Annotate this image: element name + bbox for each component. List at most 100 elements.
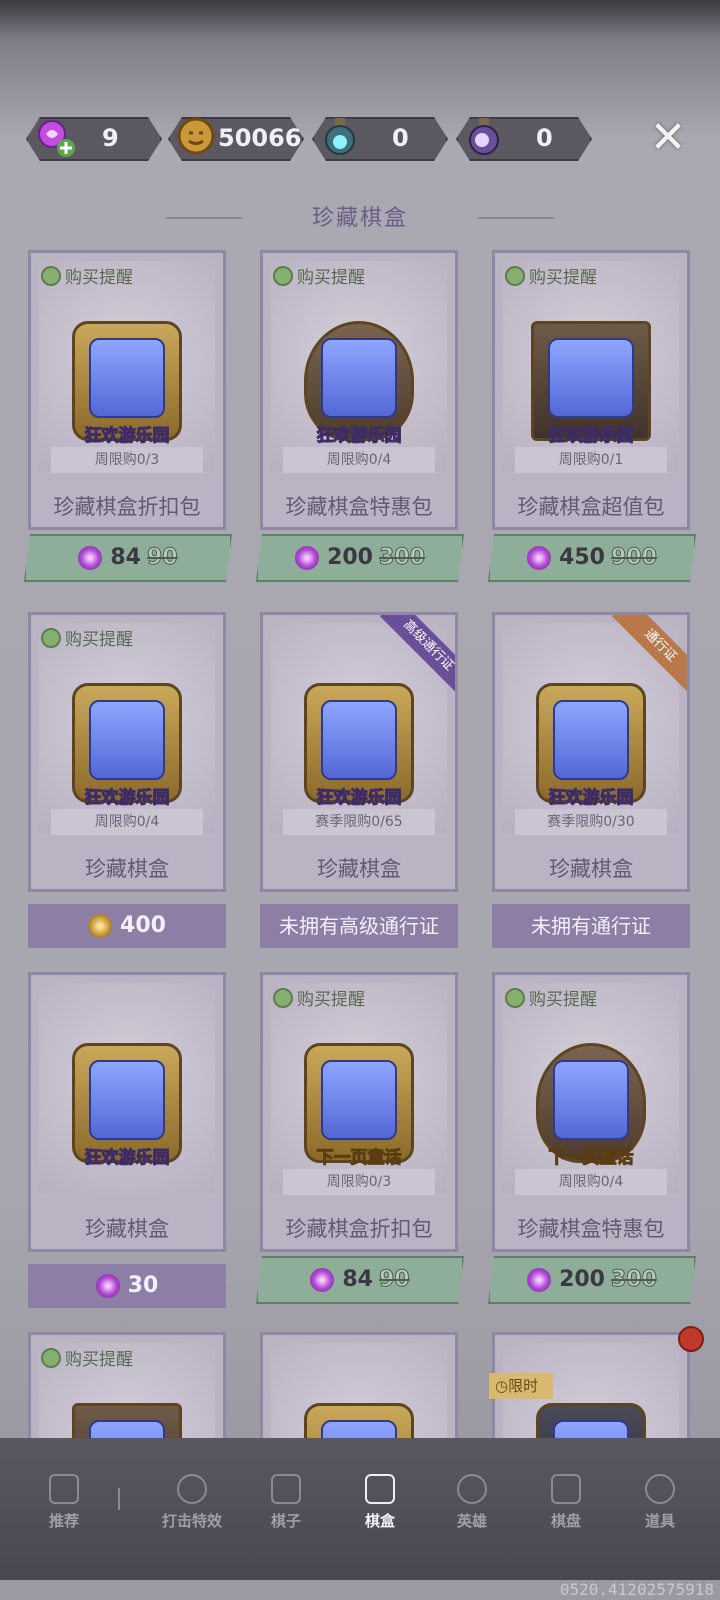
- locked-status-bar: 未拥有高级通行证: [260, 904, 458, 948]
- tab-hero[interactable]: 英雄: [432, 1474, 512, 1531]
- shop-card[interactable]: 狂欢游乐园 高级通行证 赛季限购0/65 珍藏棋盒: [260, 612, 458, 892]
- purchase-reminder[interactable]: 购买提醒: [273, 985, 365, 1010]
- purchase-reminder[interactable]: 购买提醒: [273, 263, 365, 288]
- nav-separator: [118, 1488, 120, 1510]
- item-name: 珍藏棋盒: [85, 1217, 169, 1241]
- tab-chess-box[interactable]: 棋盒: [340, 1474, 420, 1531]
- emblem-label: 狂欢游乐园: [84, 426, 170, 447]
- price: 84: [110, 545, 141, 570]
- card-art: 狂欢游乐园: [39, 623, 215, 833]
- checkbox-icon[interactable]: [505, 265, 525, 286]
- price-button[interactable]: 200 300: [256, 534, 464, 582]
- reminder-label: 购买提醒: [297, 990, 365, 1010]
- checkbox-icon[interactable]: [273, 265, 293, 286]
- price-button[interactable]: 200 300: [488, 1256, 696, 1304]
- purchase-limit: 周限购0/4: [515, 1169, 667, 1195]
- shop-card[interactable]: 下一页童话 购买提醒 周限购0/3 珍藏棋盒折扣包: [260, 972, 458, 1252]
- pumpkin-count: 50066: [218, 124, 302, 152]
- purchase-limit: 赛季限购0/65: [283, 809, 435, 835]
- hero-icon: [457, 1474, 487, 1504]
- shop-card[interactable]: 下一页童话 购买提醒 周限购0/4 珍藏棋盒特惠包: [492, 972, 690, 1252]
- original-price: 300: [379, 545, 425, 570]
- teal-count: 0: [392, 124, 409, 152]
- shop-card[interactable]: ◷限时: [489, 1332, 690, 1438]
- tab-recommend[interactable]: 推荐: [24, 1474, 104, 1531]
- price: 400: [120, 913, 166, 938]
- original-price: 900: [611, 545, 657, 570]
- tab-chess-piece[interactable]: 棋子: [246, 1474, 326, 1531]
- emblem-label: 狂欢游乐园: [84, 1148, 170, 1169]
- teal-potion-icon: [316, 112, 364, 160]
- purchase-reminder[interactable]: 购买提醒: [505, 985, 597, 1010]
- reminder-label: 购买提醒: [529, 268, 597, 288]
- price-button[interactable]: 450 900: [488, 534, 696, 582]
- chess-box-icon: [365, 1474, 395, 1504]
- item-name: 珍藏棋盒: [549, 857, 633, 881]
- card-art: 狂欢游乐园: [503, 261, 679, 471]
- purchase-limit: 周限购0/1: [515, 447, 667, 473]
- price: 200: [559, 1267, 605, 1292]
- shop-card[interactable]: 狂欢游乐园 购买提醒 周限购0/4 珍藏棋盒: [28, 612, 226, 892]
- purchase-limit: 周限购0/4: [283, 447, 435, 473]
- reminder-label: 购买提醒: [529, 990, 597, 1010]
- reaper-portrait-icon: [536, 1403, 646, 1438]
- price: 84: [342, 1267, 373, 1292]
- tab-hit-effect[interactable]: 打击特效: [152, 1474, 232, 1531]
- shop-card[interactable]: 狂欢游乐园 购买提醒 周限购0/4 珍藏棋盒特惠包: [260, 250, 458, 530]
- emblem-label: 狂欢游乐园: [548, 788, 634, 809]
- purchase-reminder[interactable]: 购买提醒: [41, 1345, 133, 1370]
- purple-potion-icon: [460, 112, 508, 160]
- checkbox-icon[interactable]: [41, 627, 61, 648]
- shop-card[interactable]: 狂欢游乐园 珍藏棋盒: [28, 972, 226, 1252]
- bottom-nav: 推荐 打击特效 棋子 棋盒 英雄 棋盘 道具: [0, 1438, 720, 1580]
- candy-icon: [78, 546, 102, 570]
- chess-piece-icon: [271, 1474, 301, 1504]
- reminder-label: 购买提醒: [65, 1350, 133, 1370]
- tab-chessboard[interactable]: 棋盘: [526, 1474, 606, 1531]
- price-button[interactable]: 84 90: [256, 1256, 464, 1304]
- card-art: [271, 1343, 447, 1438]
- purchase-reminder[interactable]: 购买提醒: [505, 263, 597, 288]
- notification-dot: [678, 1326, 704, 1352]
- checkbox-icon[interactable]: [273, 987, 293, 1008]
- candy-plus-icon[interactable]: [30, 112, 78, 160]
- tab-label: 推荐: [48, 1512, 79, 1530]
- shop-card[interactable]: 购买提醒: [28, 1332, 226, 1438]
- checkbox-icon[interactable]: [41, 1347, 61, 1368]
- tab-label: 棋子: [270, 1512, 301, 1530]
- shop-card[interactable]: [260, 1332, 458, 1438]
- close-icon[interactable]: ✕: [646, 116, 690, 160]
- purchase-reminder[interactable]: 购买提醒: [41, 625, 133, 650]
- checkbox-icon[interactable]: [41, 265, 61, 286]
- card-art: 下一页童话: [271, 983, 447, 1193]
- price-button[interactable]: 30: [28, 1264, 226, 1308]
- price-button[interactable]: 400: [28, 904, 226, 948]
- clock-icon: ◷: [495, 1377, 509, 1395]
- shop-card[interactable]: 狂欢游乐园 通行证 赛季限购0/30 珍藏棋盒: [492, 612, 690, 892]
- candy-count: 9: [102, 124, 119, 152]
- item-name: 珍藏棋盒: [85, 857, 169, 881]
- purchase-reminder[interactable]: 购买提醒: [41, 263, 133, 288]
- original-price: 300: [611, 1267, 657, 1292]
- emblem-label: 狂欢游乐园: [316, 426, 402, 447]
- item-name: 珍藏棋盒: [317, 857, 401, 881]
- card-art: 狂欢游乐园: [39, 983, 215, 1193]
- purchase-limit: 赛季限购0/30: [515, 809, 667, 835]
- purple-count: 0: [536, 124, 553, 152]
- version-id: 0520.41202575918: [559, 1580, 714, 1599]
- shop-content: 9 50066 0 0 ✕ 珍藏棋盒 狂欢游乐园 购买提醒 周限购0/3 珍藏棋…: [0, 0, 720, 1438]
- shop-card[interactable]: 狂欢游乐园 购买提醒 周限购0/1 珍藏棋盒超值包: [492, 250, 690, 530]
- checkbox-icon[interactable]: [505, 987, 525, 1008]
- card-art: 狂欢游乐园: [271, 261, 447, 471]
- item-name: 珍藏棋盒特惠包: [517, 1217, 665, 1241]
- locked-status-bar: 未拥有通行证: [492, 904, 690, 948]
- pumpkin-coin-icon: [172, 112, 220, 160]
- price-button[interactable]: 84 90: [24, 534, 232, 582]
- shop-card[interactable]: 狂欢游乐园 购买提醒 周限购0/3 珍藏棋盒折扣包: [28, 250, 226, 530]
- item-name: 珍藏棋盒超值包: [517, 495, 665, 519]
- limited-label: 限时: [508, 1377, 539, 1395]
- tab-props[interactable]: 道具: [620, 1474, 700, 1531]
- pumpkin-coin-icon: [88, 914, 113, 938]
- emblem-label: 狂欢游乐园: [84, 788, 170, 809]
- recommend-icon: [49, 1474, 79, 1504]
